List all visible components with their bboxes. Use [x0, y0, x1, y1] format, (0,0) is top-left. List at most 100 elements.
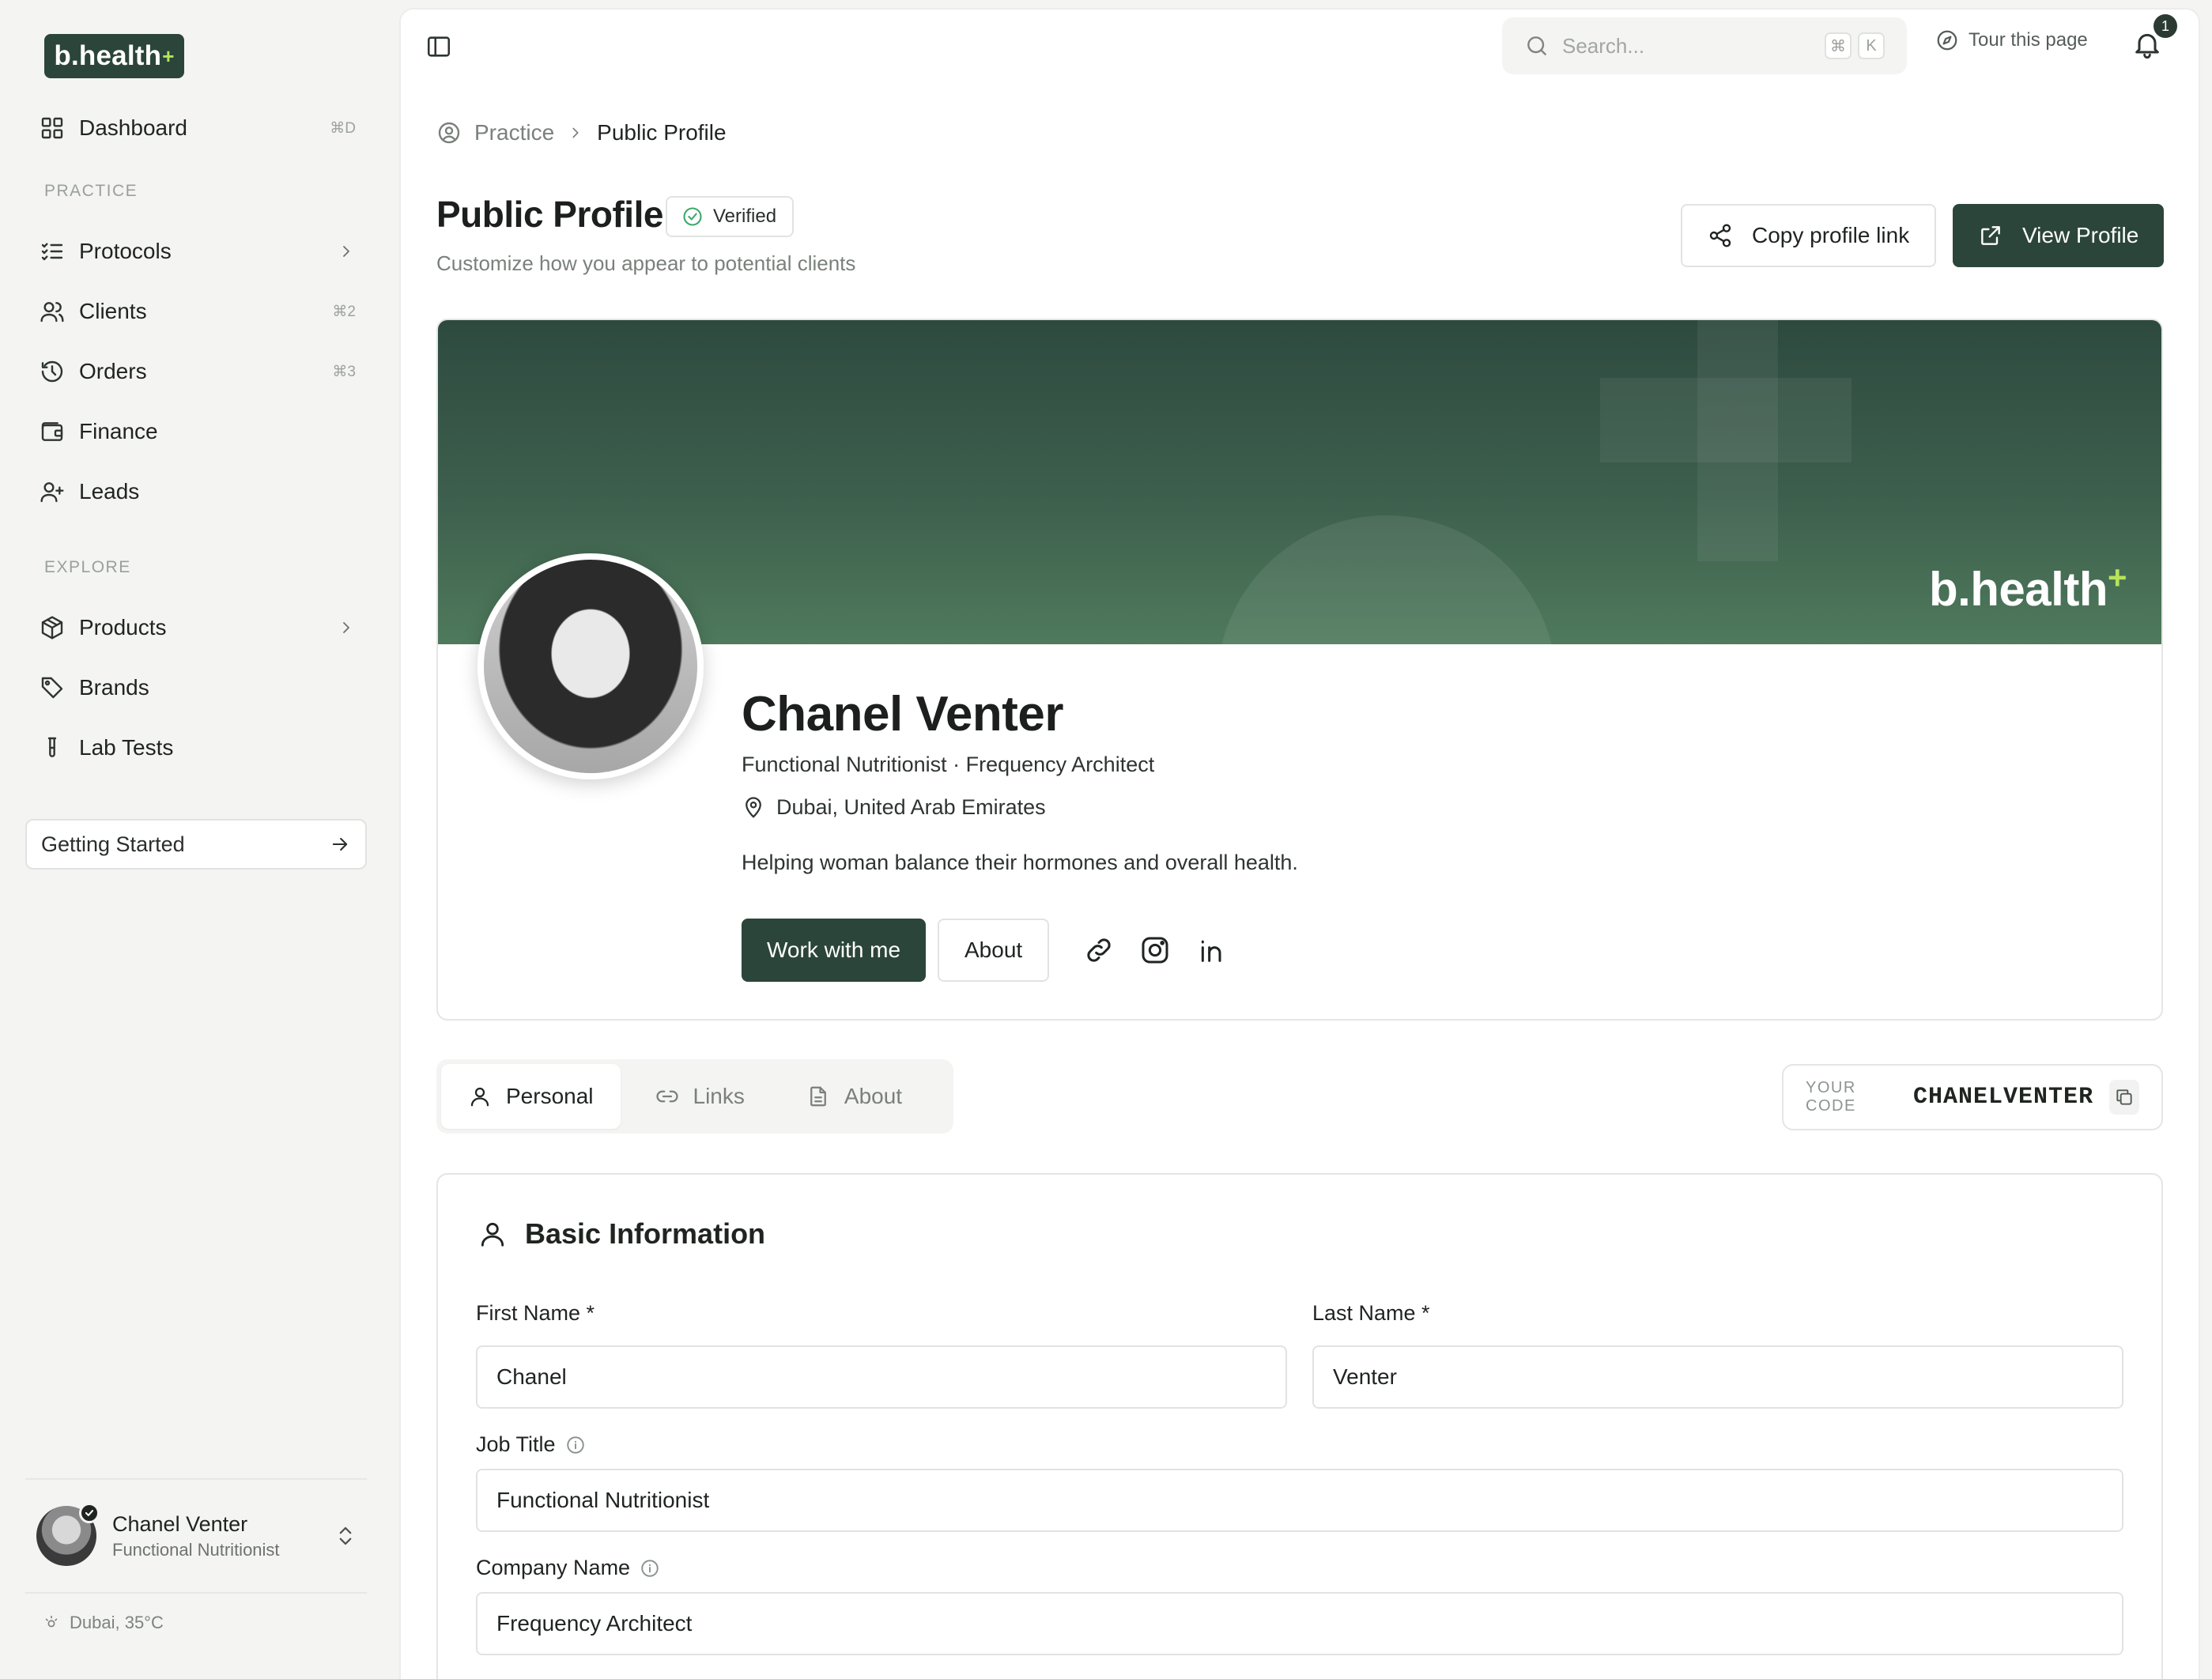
company-name-label: Company Name [476, 1556, 660, 1580]
breadcrumb-current: Public Profile [597, 120, 727, 145]
view-profile-label: View Profile [2022, 223, 2139, 247]
copy-icon [2116, 1089, 2132, 1105]
sidebar-item-label: Dashboard [79, 115, 187, 140]
external-link-icon [1981, 226, 2000, 245]
profile-avatar [478, 553, 704, 779]
getting-started-label: Getting Started [41, 832, 185, 856]
tour-button[interactable]: Tour this page [1935, 28, 2088, 52]
view-profile-button[interactable]: View Profile [1953, 204, 2165, 267]
verified-badge: Verified [666, 196, 795, 237]
section-title-text: Basic Information [525, 1217, 766, 1250]
user-circle-icon [438, 122, 460, 144]
chevron-right-icon [343, 622, 349, 633]
tab-label: Personal [506, 1084, 594, 1108]
sidebar-item-label: Orders [79, 359, 147, 383]
shortcut-hint: ⌘2 [332, 303, 356, 320]
company-name-field[interactable]: Frequency Architect [476, 1592, 2123, 1655]
link-icon [655, 1090, 678, 1103]
job-title-field[interactable]: Functional Nutritionist [476, 1469, 2123, 1532]
copy-profile-link-label: Copy profile link [1752, 223, 1910, 247]
sidebar-item-lab-tests[interactable]: Lab Tests [40, 726, 356, 770]
sidebar-item-label: Finance [79, 419, 158, 443]
search-input[interactable]: Search... ⌘ K [1502, 17, 1907, 74]
sidebar-item-products[interactable]: Products [40, 606, 356, 650]
last-name-field[interactable]: Venter [1312, 1345, 2123, 1409]
sidebar-item-orders[interactable]: Orders ⌘3 [40, 349, 356, 394]
weather-widget: Dubai, 35°C [43, 1613, 164, 1633]
test-tube-icon [47, 737, 57, 757]
kbd-cmd: ⌘ [1825, 32, 1852, 59]
chevrons-up-down-icon [339, 1526, 352, 1545]
tab-about[interactable]: About [779, 1064, 929, 1129]
arrow-right-icon [332, 837, 348, 851]
chevron-right-icon [572, 127, 579, 138]
first-name-field[interactable]: Chanel [476, 1345, 1287, 1409]
location-text: Dubai, United Arab Emirates [776, 795, 1046, 819]
search-icon [1527, 36, 1546, 55]
brand-logo[interactable]: b.health + [44, 34, 184, 78]
sidebar-item-clients[interactable]: Clients ⌘2 [40, 289, 356, 334]
instagram-icon[interactable] [1139, 934, 1171, 966]
section-header-explore: EXPLORE [44, 558, 131, 576]
user-name: Chanel Venter [112, 1511, 248, 1536]
last-name-label: Last Name * [1312, 1301, 1430, 1325]
search-placeholder: Search... [1562, 33, 1645, 58]
tab-label: About [844, 1084, 903, 1108]
profile-banner: b.health+ [438, 320, 2161, 855]
copy-code-button[interactable] [2109, 1080, 2139, 1115]
sidebar-divider [25, 1478, 367, 1480]
map-pin-icon [746, 796, 761, 817]
about-button[interactable]: About [938, 919, 1050, 982]
page-title: Public Profile [436, 194, 663, 235]
user-role: Functional Nutritionist [112, 1539, 280, 1560]
sidebar-item-label: Brands [79, 675, 149, 700]
box-icon [41, 616, 63, 640]
code-value: CHANELVENTER [1913, 1084, 2094, 1111]
info-icon[interactable] [565, 1435, 586, 1455]
getting-started-button[interactable]: Getting Started [25, 819, 367, 870]
verified-label: Verified [713, 206, 777, 227]
weather-text: Dubai, 35°C [70, 1613, 164, 1632]
wallet-icon [41, 422, 63, 441]
copy-profile-link-button[interactable]: Copy profile link [1681, 204, 1937, 267]
sidebar-item-brands[interactable]: Brands [40, 666, 356, 710]
company-name-label-text: Company Name [476, 1556, 631, 1579]
breadcrumb: Practice Public Profile [436, 120, 727, 145]
tab-label: Links [693, 1084, 745, 1108]
tag-icon [41, 677, 63, 699]
sidebar-divider [25, 1592, 367, 1594]
linkedin-icon[interactable] [1196, 934, 1228, 966]
tab-personal[interactable]: Personal [441, 1064, 621, 1129]
brand-mark: + [162, 43, 175, 68]
user-menu[interactable]: Chanel Venter Functional Nutritionist [36, 1503, 368, 1568]
user-icon [481, 1222, 504, 1247]
link-icon[interactable] [1083, 934, 1115, 966]
first-name-label: First Name * [476, 1301, 595, 1325]
sidebar-item-label: Leads [79, 479, 140, 504]
profile-location: Dubai, United Arab Emirates [742, 795, 1046, 820]
banner-decoration [1217, 515, 1557, 855]
kbd-k: K [1858, 32, 1885, 59]
history-icon [41, 360, 63, 383]
profile-tabs: Personal Links About [436, 1059, 953, 1134]
list-check-icon [41, 243, 63, 261]
banner-brand-mark: + [2107, 559, 2127, 596]
banner-brand: b.health [1928, 563, 2108, 616]
check-circle-icon [683, 207, 702, 226]
brand-name: b.health [54, 40, 162, 71]
work-with-me-button[interactable]: Work with me [742, 919, 927, 982]
sidebar-toggle-icon[interactable] [425, 33, 452, 60]
tab-links[interactable]: Links [628, 1064, 772, 1129]
section-title: Basic Information [478, 1217, 765, 1251]
sidebar-item-protocols[interactable]: Protocols [40, 229, 356, 274]
sidebar-item-label: Protocols [79, 239, 172, 263]
shortcut-hint: ⌘3 [332, 363, 356, 380]
sidebar-item-finance[interactable]: Finance [40, 409, 356, 454]
grid-icon [41, 117, 63, 139]
sidebar-item-leads[interactable]: Leads [40, 470, 356, 514]
sidebar-item-dashboard[interactable]: Dashboard ⌘D [40, 106, 356, 150]
info-icon[interactable] [640, 1558, 660, 1579]
section-header-practice: PRACTICE [44, 182, 138, 200]
chevron-right-icon [343, 246, 349, 257]
breadcrumb-parent[interactable]: Practice [474, 120, 554, 145]
